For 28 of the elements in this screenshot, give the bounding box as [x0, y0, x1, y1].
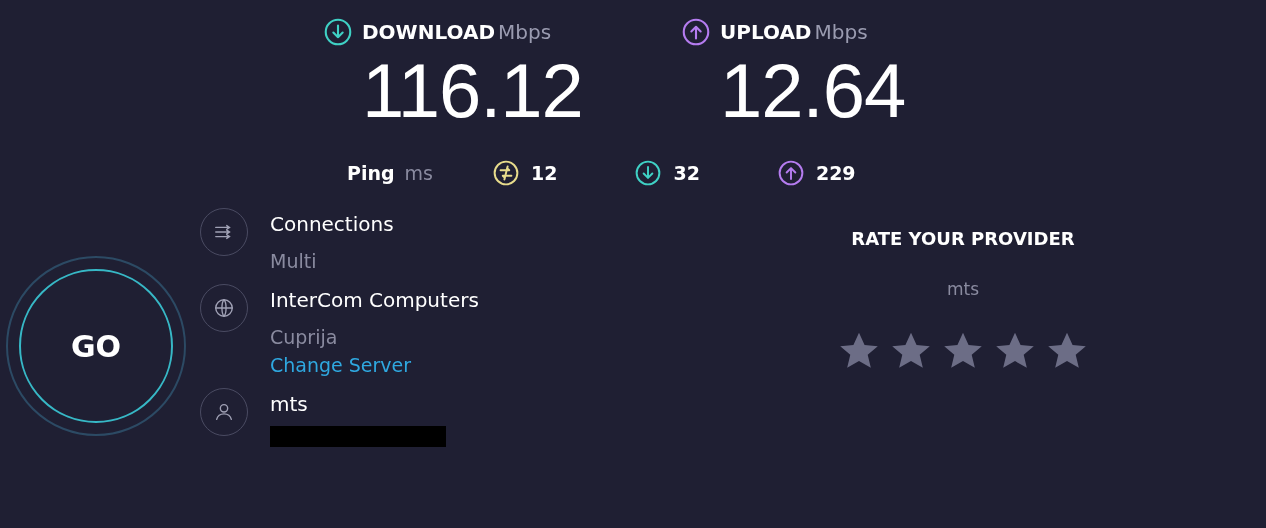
ping-label: Ping: [347, 162, 395, 184]
provider-name: mts: [946, 279, 980, 299]
star-icon[interactable]: [994, 331, 1036, 371]
ping-value: 229: [815, 162, 856, 184]
rating-title: RATE YOUR PROVIDER: [851, 228, 1075, 249]
result-label: UPLOAD: [720, 20, 812, 44]
unit-label: Mbps: [814, 20, 868, 44]
star-icon[interactable]: [1046, 331, 1088, 371]
detail-subtitle: Cuprija: [270, 326, 339, 348]
detail-subtitle: Multi: [270, 250, 318, 272]
star-icon[interactable]: [890, 331, 932, 371]
speed-value: 116.12: [362, 47, 583, 135]
unit-label: ms: [404, 162, 433, 184]
star-icon[interactable]: [838, 331, 880, 371]
unit-label: Mbps: [498, 20, 552, 44]
person-icon: [213, 401, 235, 423]
go-button[interactable]: GO: [19, 269, 173, 423]
star-icon[interactable]: [942, 331, 984, 371]
detail-title: Connections: [270, 212, 394, 236]
ping-value: 12: [531, 162, 558, 184]
jitter-icon: [493, 160, 519, 186]
result-label: DOWNLOAD: [362, 20, 495, 44]
change-server-link[interactable]: Change Server: [270, 354, 479, 376]
globe-icon: [213, 297, 235, 319]
speed-value: 12.64: [720, 47, 906, 135]
ping-value: 32: [673, 162, 700, 184]
detail-title: mts: [270, 392, 309, 416]
detail-title: InterCom Computers: [270, 288, 479, 312]
